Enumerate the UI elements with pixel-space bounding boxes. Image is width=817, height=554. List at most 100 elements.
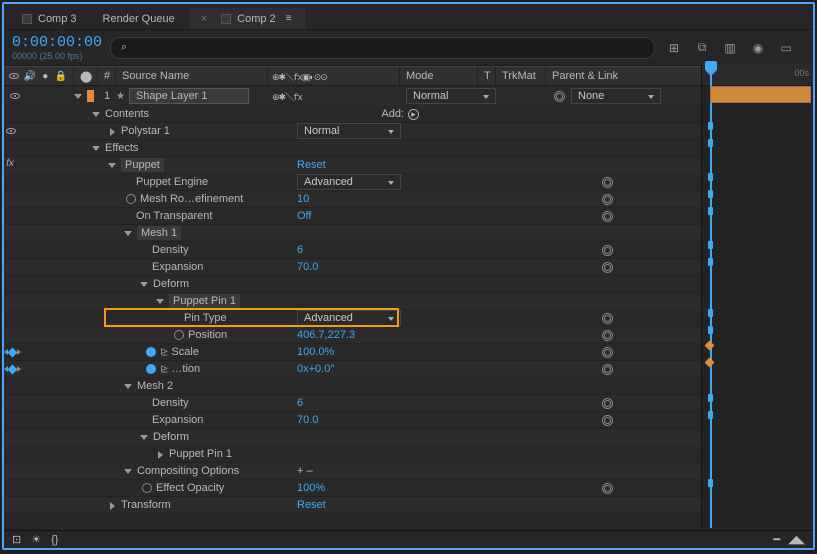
twirl-mesh2[interactable] bbox=[124, 382, 133, 391]
prop-deform[interactable]: Deform bbox=[153, 278, 189, 290]
col-source-name[interactable]: Source Name bbox=[116, 67, 268, 85]
expansion2-value[interactable]: 70.0 bbox=[297, 414, 318, 426]
scale-value[interactable]: 100.0% bbox=[297, 346, 334, 358]
twirl-deform2[interactable] bbox=[140, 433, 149, 442]
keyframe-marker-icon[interactable] bbox=[705, 358, 715, 368]
parent-dropdown[interactable]: None bbox=[571, 88, 661, 104]
footer-mountain-icon[interactable]: ◢◣ bbox=[788, 533, 805, 546]
twirl-polystar[interactable] bbox=[108, 127, 117, 136]
pin-type-dropdown[interactable]: Advanced bbox=[297, 310, 401, 326]
toolbar-icon-3[interactable]: ▥ bbox=[721, 41, 739, 55]
transform-reset[interactable]: Reset bbox=[297, 499, 326, 511]
pickwhip-icon[interactable] bbox=[602, 177, 613, 188]
on-transparent-value[interactable]: Off bbox=[297, 210, 311, 222]
twirl-pin1[interactable] bbox=[156, 297, 165, 306]
polystar-mode-dropdown[interactable]: Normal bbox=[297, 123, 401, 139]
layer-switches[interactable]: ⊕✱＼fx bbox=[268, 90, 400, 103]
search-input[interactable]: ⌕ bbox=[110, 37, 655, 59]
col-lock-icon[interactable]: 🔒 bbox=[55, 71, 68, 82]
footer-toggle-1[interactable]: ⊡ bbox=[12, 533, 21, 546]
keyframe-marker-icon[interactable] bbox=[705, 341, 715, 351]
toolbar-icon-1[interactable]: ⊞ bbox=[665, 41, 683, 55]
footer-toggle-3[interactable]: {} bbox=[51, 534, 58, 546]
prop-mesh2[interactable]: Mesh 2 bbox=[137, 380, 173, 392]
pickwhip-icon[interactable] bbox=[602, 194, 613, 205]
pickwhip-icon[interactable] bbox=[602, 415, 613, 426]
twirl-transform[interactable] bbox=[108, 501, 117, 510]
add-menu-icon[interactable]: ▸ bbox=[408, 109, 419, 120]
layer-duration-bar[interactable] bbox=[710, 86, 811, 103]
twirl-deform[interactable] bbox=[140, 280, 149, 289]
mesh-refinement-value[interactable]: 10 bbox=[297, 193, 309, 205]
timeline-panel[interactable]: 00s bbox=[701, 64, 813, 528]
twirl-mesh1[interactable] bbox=[124, 229, 133, 238]
pickwhip-icon[interactable] bbox=[602, 364, 613, 375]
keyframe-diamond-icon[interactable] bbox=[8, 347, 18, 357]
keyframe-diamond-icon[interactable] bbox=[8, 364, 18, 374]
toolbar-icon-5[interactable]: ▭ bbox=[777, 41, 795, 55]
pickwhip-icon[interactable] bbox=[602, 347, 613, 358]
twirl-puppet[interactable] bbox=[108, 161, 117, 170]
parent-pickwhip-icon[interactable] bbox=[554, 91, 565, 102]
col-label[interactable]: ⬤ bbox=[74, 67, 98, 85]
position-value[interactable]: 406.7,227.3 bbox=[297, 329, 355, 341]
tab-render-queue[interactable]: Render Queue bbox=[91, 8, 187, 29]
stopwatch-icon[interactable] bbox=[126, 194, 136, 204]
pickwhip-icon[interactable] bbox=[602, 211, 613, 222]
compositing-add-remove[interactable]: + – bbox=[297, 465, 313, 477]
density2-value[interactable]: 6 bbox=[297, 397, 303, 409]
prop-puppet-pin2[interactable]: Puppet Pin 1 bbox=[169, 448, 232, 460]
prop-puppet[interactable]: Puppet bbox=[121, 158, 164, 172]
prop-mesh1[interactable]: Mesh 1 bbox=[137, 226, 181, 240]
puppet-reset[interactable]: Reset bbox=[297, 159, 326, 171]
tab-comp2[interactable]: ×Comp 2≡ bbox=[189, 8, 305, 29]
puppet-engine-dropdown[interactable]: Advanced bbox=[297, 174, 401, 190]
panel-menu-icon[interactable]: ≡ bbox=[286, 13, 293, 24]
pickwhip-icon[interactable] bbox=[602, 330, 613, 341]
playhead-icon[interactable] bbox=[710, 64, 712, 528]
current-timecode[interactable]: 0:00:00:00 bbox=[12, 35, 100, 50]
col-solo-icon[interactable]: ● bbox=[39, 71, 52, 82]
layer-name-field[interactable]: Shape Layer 1 bbox=[129, 88, 249, 104]
col-mode[interactable]: Mode bbox=[400, 67, 478, 85]
pickwhip-icon[interactable] bbox=[602, 398, 613, 409]
pickwhip-icon[interactable] bbox=[602, 245, 613, 256]
density-value[interactable]: 6 bbox=[297, 244, 303, 256]
prop-deform2[interactable]: Deform bbox=[153, 431, 189, 443]
stopwatch-icon[interactable] bbox=[174, 330, 184, 340]
prop-compositing-options[interactable]: Compositing Options bbox=[137, 465, 239, 477]
layer-twirl-icon[interactable] bbox=[74, 92, 79, 101]
prop-puppet-pin1[interactable]: Puppet Pin 1 bbox=[169, 294, 240, 308]
footer-toggle-2[interactable]: ☀ bbox=[31, 533, 41, 546]
graph-icon[interactable]: ⊵ bbox=[160, 347, 168, 358]
expansion-value[interactable]: 70.0 bbox=[297, 261, 318, 273]
layer-mode-dropdown[interactable]: Normal bbox=[406, 88, 496, 104]
col-trkmat[interactable]: TrkMat bbox=[496, 67, 546, 85]
stopwatch-active-icon[interactable] bbox=[146, 364, 156, 374]
rotation-value[interactable]: 0x+0.0° bbox=[297, 363, 335, 375]
prop-mesh-refinement: Mesh Ro…efinement bbox=[140, 193, 243, 205]
polystar-visibility-icon[interactable] bbox=[6, 128, 16, 134]
twirl-contents[interactable] bbox=[92, 110, 101, 119]
pickwhip-icon[interactable] bbox=[602, 262, 613, 273]
pickwhip-icon[interactable] bbox=[602, 313, 613, 324]
layer-color-chip[interactable] bbox=[87, 90, 94, 102]
prop-transform[interactable]: Transform bbox=[121, 499, 171, 511]
effect-opacity-value[interactable]: 100% bbox=[297, 482, 325, 494]
col-visibility-icon[interactable] bbox=[8, 73, 21, 79]
footer-zoom-icon[interactable]: ━ bbox=[773, 533, 780, 546]
tab-comp3[interactable]: Comp 3 bbox=[10, 8, 89, 29]
pickwhip-icon[interactable] bbox=[602, 483, 613, 494]
layer-visibility-icon[interactable] bbox=[10, 93, 20, 99]
graph-icon[interactable]: ⊵ bbox=[160, 364, 168, 375]
twirl-effects[interactable] bbox=[92, 144, 101, 153]
toolbar-icon-4[interactable]: ◉ bbox=[749, 41, 767, 55]
stopwatch-icon[interactable] bbox=[142, 483, 152, 493]
twirl-compositing[interactable] bbox=[124, 467, 133, 476]
col-audio-icon[interactable]: 🔊 bbox=[24, 71, 37, 82]
twirl-pin2[interactable] bbox=[156, 450, 165, 459]
prop-polystar[interactable]: Polystar 1 bbox=[121, 125, 170, 137]
toolbar-icon-2[interactable]: ⧉ bbox=[693, 41, 711, 55]
stopwatch-active-icon[interactable] bbox=[146, 347, 156, 357]
layer-row[interactable]: 1 ★Shape Layer 1 ⊕✱＼fx Normal None bbox=[4, 86, 813, 106]
